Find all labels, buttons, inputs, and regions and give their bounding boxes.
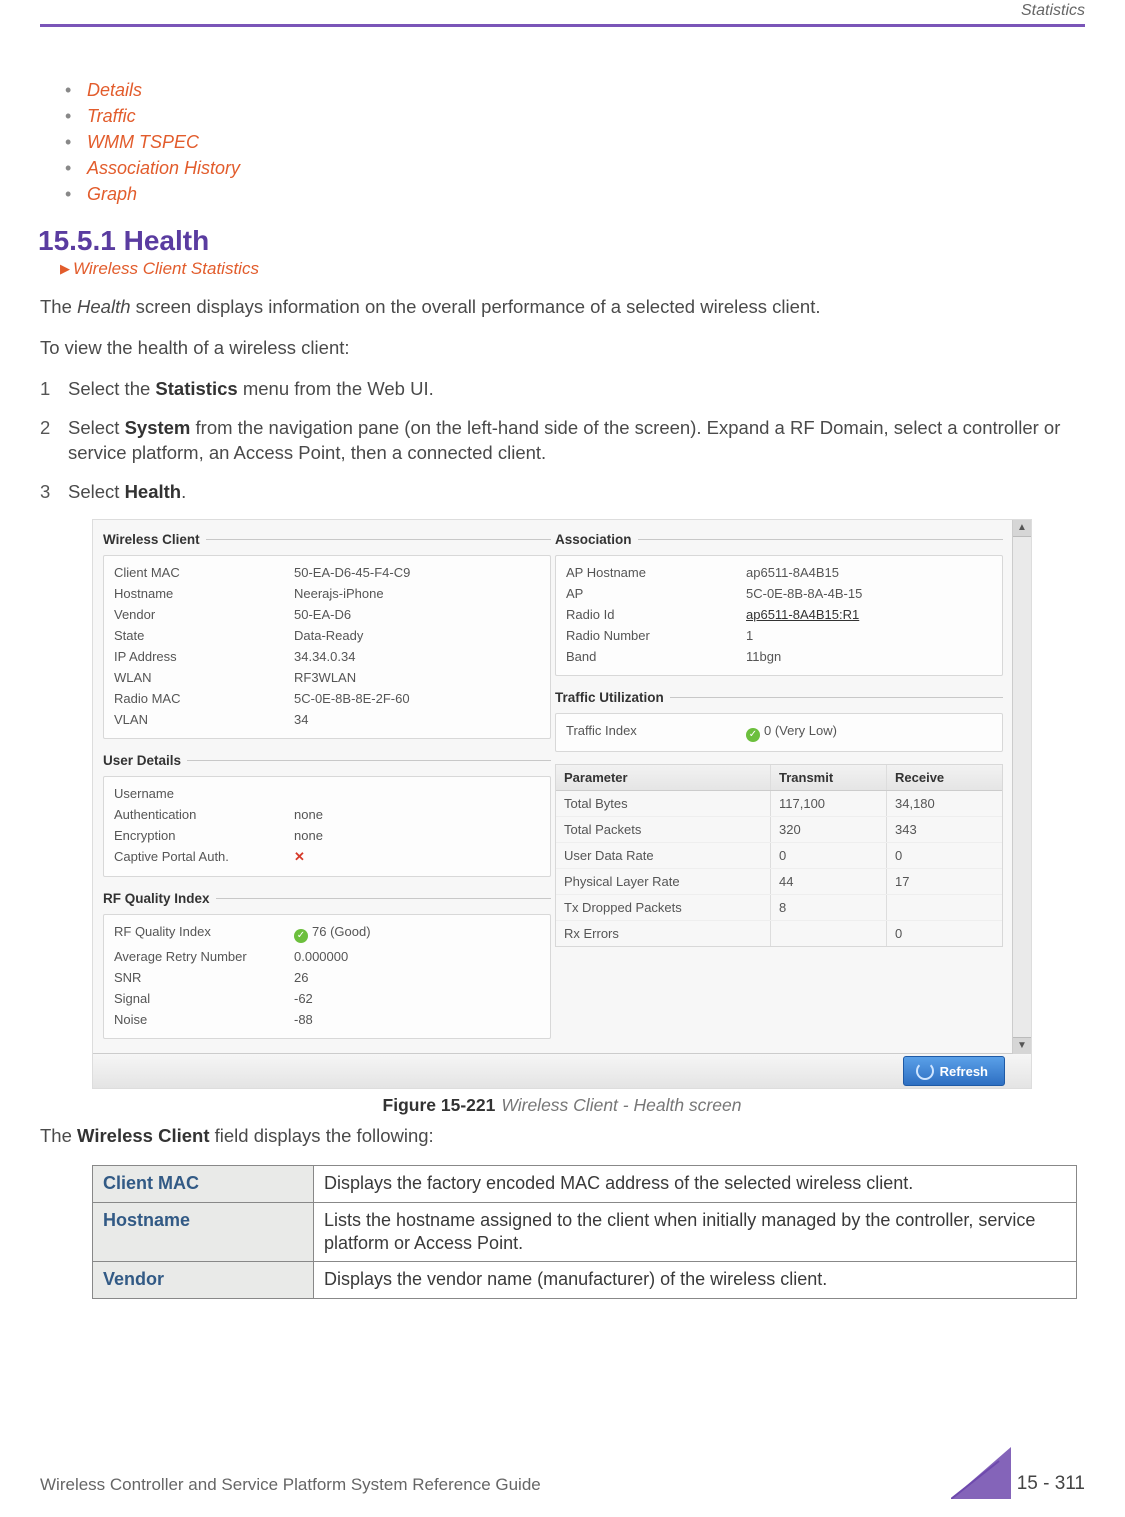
association-box: AP Hostnameap6511-8A4B15 AP5C-0E-8B-8A-4… [555, 555, 1003, 676]
figure-caption: Figure 15-221Wireless Client - Health sc… [92, 1095, 1032, 1116]
user-details-box: Username Authenticationnone Encryptionno… [103, 776, 551, 877]
table-row: HostnameLists the hostname assigned to t… [93, 1202, 1077, 1262]
table-row: Total Packets320343 [556, 817, 1002, 843]
screenshot-footer: Refresh [93, 1053, 1031, 1088]
table-row: Client MACDisplays the factory encoded M… [93, 1166, 1077, 1202]
link-graph[interactable]: Graph [87, 184, 137, 204]
scrollbar[interactable]: ▲ ▼ [1012, 520, 1031, 1054]
wireless-client-box: Client MAC50-EA-D6-45-F4-C9 HostnameNeer… [103, 555, 551, 739]
table-row: Rx Errors0 [556, 921, 1002, 946]
chapter-name: Statistics [1021, 2, 1085, 20]
scroll-up-icon[interactable]: ▲ [1013, 520, 1031, 537]
intro-paragraph: The Health screen displays information o… [40, 295, 1085, 320]
link-traffic[interactable]: Traffic [87, 106, 136, 126]
table-header: Parameter Transmit Receive [556, 765, 1002, 791]
table-row: Total Bytes117,10034,180 [556, 791, 1002, 817]
section-breadcrumb: ▶Wireless Client Statistics [60, 259, 1085, 279]
step-2: Select System from the navigation pane (… [40, 416, 1085, 466]
table-row: Tx Dropped Packets8 [556, 895, 1002, 921]
screenshot-health-screen: ▲ ▼ Wireless Client Client MAC50-EA-D6-4… [92, 519, 1032, 1089]
group-user-details: User Details [101, 749, 553, 770]
howto-paragraph: To view the health of a wireless client: [40, 336, 1085, 361]
footer-guide-title: Wireless Controller and Service Platform… [40, 1475, 541, 1495]
rf-quality-box: RF Quality Index✓76 (Good) Average Retry… [103, 914, 551, 1039]
table-intro: The Wireless Client field displays the f… [40, 1124, 1085, 1149]
check-icon: ✓ [294, 929, 308, 943]
table-row: User Data Rate00 [556, 843, 1002, 869]
x-icon: ✕ [294, 849, 305, 865]
description-table: Client MACDisplays the factory encoded M… [92, 1165, 1077, 1299]
page-footer: Wireless Controller and Service Platform… [40, 1443, 1085, 1495]
scroll-down-icon[interactable]: ▼ [1013, 1037, 1031, 1054]
step-list: Select the Statistics menu from the Web … [40, 377, 1085, 505]
refresh-button[interactable]: Refresh [903, 1056, 1005, 1086]
step-3: Select Health. [40, 480, 1085, 505]
check-icon: ✓ [746, 728, 760, 742]
link-association-history[interactable]: Association History [87, 158, 240, 178]
breadcrumb-text[interactable]: Wireless Client Statistics [73, 259, 259, 278]
table-row: VendorDisplays the vendor name (manufact… [93, 1262, 1077, 1298]
header-bar: Statistics [40, 0, 1085, 27]
section-heading: 15.5.1 Health [38, 225, 1085, 257]
breadcrumb-arrow-icon: ▶ [60, 261, 70, 276]
group-association: Association [553, 528, 1005, 549]
step-1: Select the Statistics menu from the Web … [40, 377, 1085, 402]
table-row: Physical Layer Rate4417 [556, 869, 1002, 895]
topic-links: Details Traffic WMM TSPEC Association Hi… [65, 77, 1085, 207]
group-wireless-client: Wireless Client [101, 528, 553, 549]
group-traffic-utilization: Traffic Utilization [553, 686, 1005, 707]
group-rf-quality: RF Quality Index [101, 887, 553, 908]
radio-id-link[interactable]: ap6511-8A4B15:R1 [746, 607, 992, 622]
traffic-index-box: Traffic Index✓0 (Very Low) [555, 713, 1003, 752]
traffic-table: Parameter Transmit Receive Total Bytes11… [555, 764, 1003, 947]
link-wmm-tspec[interactable]: WMM TSPEC [87, 132, 199, 152]
link-details[interactable]: Details [87, 80, 142, 100]
page-number: 15 - 311 [1017, 1473, 1085, 1495]
refresh-icon [916, 1062, 934, 1080]
footer-decor-icon [951, 1443, 1011, 1495]
